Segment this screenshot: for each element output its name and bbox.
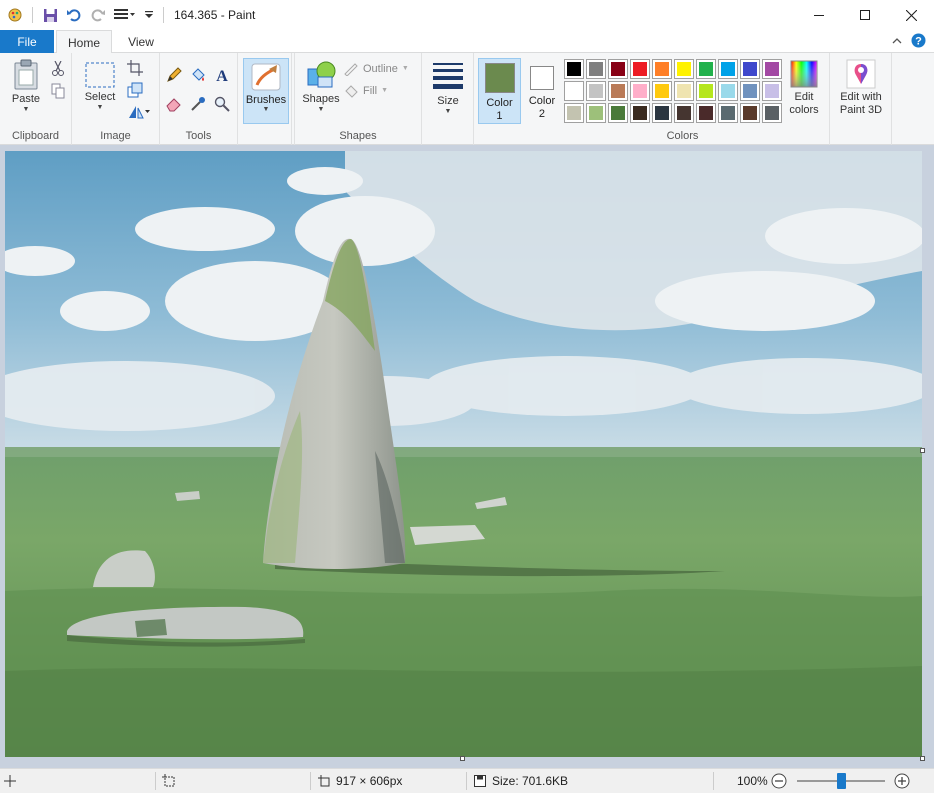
- fill-label: Fill: [363, 85, 378, 97]
- tab-home[interactable]: Home: [56, 30, 112, 54]
- tab-view[interactable]: View: [116, 30, 166, 54]
- magnifier-icon[interactable]: [213, 95, 231, 113]
- window-controls: [796, 0, 934, 30]
- image-group: Select ▼ Image: [72, 53, 160, 145]
- select-icon: [85, 62, 115, 88]
- brush-icon: [251, 63, 281, 91]
- quick-access-toolbar: [0, 0, 166, 30]
- minimize-button[interactable]: [796, 0, 842, 30]
- shapes-group: Shapes ▼ Outline ▼ Fill ▼ Shapes: [294, 53, 422, 145]
- cursor-position: [4, 769, 16, 793]
- landscape-painting: [5, 151, 922, 757]
- select-button[interactable]: Select ▼: [80, 61, 120, 112]
- file-size: Size: 701.6KB: [474, 769, 568, 793]
- brushes-button[interactable]: Brushes ▼: [243, 58, 289, 124]
- svg-text:?: ?: [915, 36, 922, 48]
- eraser-icon[interactable]: [165, 95, 183, 113]
- rotate-icon[interactable]: [126, 103, 152, 121]
- redo-icon[interactable]: [89, 6, 107, 24]
- brushes-label: Brushes: [245, 94, 287, 106]
- paste-icon: [14, 59, 38, 90]
- size-group: Size ▼: [422, 53, 474, 145]
- cut-icon[interactable]: [49, 60, 67, 78]
- ribbon: Paste ▼ Clipboard Select ▼ Image A Tools…: [0, 53, 934, 145]
- fill-button[interactable]: Fill ▼: [343, 82, 419, 100]
- properties-menu-icon[interactable]: [113, 6, 137, 24]
- text-tool-icon[interactable]: A: [213, 66, 231, 84]
- size-button[interactable]: Size ▼: [427, 61, 469, 116]
- file-size-text: Size: 701.6KB: [492, 774, 569, 788]
- paste-button[interactable]: Paste ▼: [6, 59, 46, 114]
- zoom-in-icon: [894, 773, 910, 789]
- tools-group-label: Tools: [185, 130, 212, 142]
- outline-label: Outline: [363, 63, 398, 75]
- window-title: 164.365 - Paint: [174, 8, 256, 22]
- zoom-slider-thumb[interactable]: [837, 773, 846, 789]
- colors-group: Colors: [474, 53, 892, 145]
- colors-group-label: Colors: [666, 130, 699, 142]
- color-picker-icon[interactable]: [189, 95, 207, 113]
- size-label: Size: [437, 95, 459, 107]
- shapes-icon: [307, 61, 336, 88]
- paint-app-icon[interactable]: [6, 6, 24, 24]
- resize-handle-corner[interactable]: [920, 756, 925, 761]
- image-group-label: Image: [100, 130, 131, 142]
- dimensions-text: 917 × 606px: [336, 774, 403, 788]
- shapes-button[interactable]: Shapes ▼: [300, 59, 342, 114]
- crosshair-icon: [4, 775, 16, 787]
- canvas-workspace[interactable]: [0, 145, 934, 768]
- selection-size-icon: [162, 774, 175, 787]
- drawing-canvas[interactable]: [5, 151, 922, 757]
- resize-handle-bottom[interactable]: [460, 756, 465, 761]
- shapes-group-label: Shapes: [339, 130, 377, 142]
- zoom-text: 100%: [737, 774, 768, 788]
- fill-icon: [345, 85, 358, 98]
- image-dimensions: 917 × 606px: [318, 769, 402, 793]
- save-icon[interactable]: [41, 6, 59, 24]
- zoom-level: 100%: [737, 769, 768, 793]
- resize-handle-right[interactable]: [920, 448, 925, 453]
- svg-text:A: A: [216, 68, 228, 83]
- disk-icon: [474, 775, 486, 787]
- dimensions-icon: [318, 775, 330, 787]
- customize-qat-icon[interactable]: [143, 6, 155, 24]
- select-label: Select: [84, 91, 116, 103]
- status-bar: 917 × 606px Size: 701.6KB 100%: [0, 768, 934, 793]
- shapes-label: Shapes: [302, 93, 340, 105]
- zoom-out-icon: [771, 773, 787, 789]
- clipboard-group: Paste ▼ Clipboard: [0, 53, 72, 145]
- tools-group: A Tools: [160, 53, 238, 145]
- tab-file[interactable]: File: [0, 30, 54, 53]
- pencil-icon[interactable]: [165, 66, 183, 84]
- copy-icon[interactable]: [49, 82, 67, 100]
- paste-label: Paste: [11, 93, 41, 105]
- zoom-out-button[interactable]: [771, 769, 787, 793]
- fill-bucket-icon[interactable]: [189, 66, 207, 84]
- zoom-in-button[interactable]: [894, 769, 910, 793]
- undo-icon[interactable]: [65, 6, 83, 24]
- selection-size: [162, 769, 176, 793]
- outline-button[interactable]: Outline ▼: [343, 60, 419, 78]
- collapse-ribbon-icon[interactable]: [891, 35, 903, 50]
- crop-icon[interactable]: [126, 59, 144, 77]
- maximize-button[interactable]: [842, 0, 888, 30]
- title-bar: 164.365 - Paint: [0, 0, 934, 30]
- outline-icon: [344, 63, 358, 76]
- help-icon[interactable]: ?: [911, 33, 926, 51]
- line-size-icon: [433, 63, 463, 89]
- close-button[interactable]: [888, 0, 934, 30]
- resize-icon[interactable]: [126, 81, 144, 99]
- ribbon-tabs: File Home View ?: [0, 30, 934, 54]
- clipboard-group-label: Clipboard: [11, 130, 60, 142]
